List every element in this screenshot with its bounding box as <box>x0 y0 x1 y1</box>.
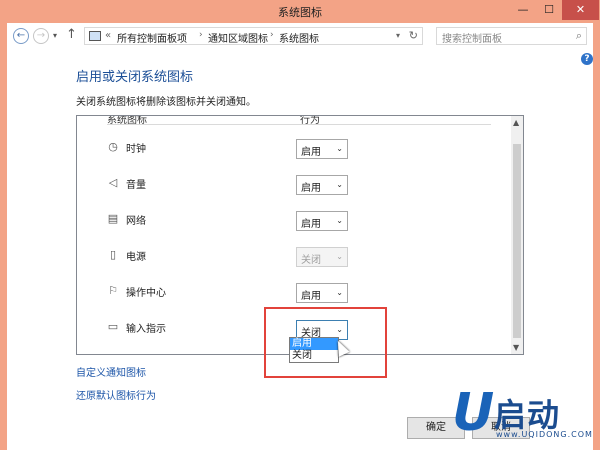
back-button[interactable]: ← <box>13 28 29 44</box>
power-icon: ▯ <box>109 248 117 261</box>
row-label-network: 网络 <box>126 216 146 227</box>
help-icon[interactable]: ? <box>581 53 593 65</box>
forward-button[interactable]: → <box>33 28 49 44</box>
row-label-volume: 音量 <box>126 180 146 191</box>
address-bar[interactable]: « 所有控制面板项 › 通知区域图标 › 系统图标 ▾ ↻ <box>84 27 423 45</box>
scroll-down-icon[interactable]: ▼ <box>513 343 519 352</box>
behavior-select-clock[interactable]: 启用 ⌄ <box>296 139 348 159</box>
up-button[interactable]: ↑ <box>66 27 77 42</box>
annotation-highlight-box <box>264 307 387 378</box>
row-label-action-center: 操作中心 <box>126 288 166 299</box>
vertical-scrollbar[interactable]: ▲ ▼ <box>511 116 523 354</box>
network-icon: ▤ <box>107 212 119 225</box>
select-value: 关闭 <box>301 255 321 266</box>
keyboard-icon: ▭ <box>107 320 119 333</box>
breadcrumb-all-items[interactable]: 所有控制面板项 <box>117 30 187 45</box>
behavior-select-action-center[interactable]: 启用 ⌄ <box>296 283 348 303</box>
select-value: 启用 <box>301 147 321 158</box>
watermark-logo: U 启动 www.UQIDONG.COM <box>452 385 600 450</box>
watermark-url: www.UQIDONG.COM <box>496 430 593 439</box>
volume-icon: ◁ <box>108 176 118 189</box>
behavior-select-volume[interactable]: 启用 ⌄ <box>296 175 348 195</box>
row-label-input-indicator: 输入指示 <box>126 324 166 335</box>
maximize-button[interactable]: ☐ <box>536 0 562 20</box>
breadcrumb-notification-icons[interactable]: 通知区域图标 <box>208 30 268 45</box>
breadcrumb-separator-icon[interactable]: › <box>270 30 274 40</box>
address-dropdown-icon[interactable]: ▾ <box>396 31 400 40</box>
clock-icon: ◷ <box>108 140 118 153</box>
window: 系统图标 — ☐ ✕ ← → ▾ ↑ « 所有控制面板项 › 通知区域图标 › … <box>0 0 600 450</box>
chevron-down-icon: ⌄ <box>336 144 343 153</box>
select-value: 启用 <box>301 183 321 194</box>
chevron-down-icon: ⌄ <box>336 216 343 225</box>
title-bar: 系统图标 — ☐ ✕ <box>0 0 600 23</box>
scroll-thumb[interactable] <box>513 144 521 338</box>
recent-locations-icon[interactable]: ▾ <box>53 31 57 40</box>
search-box[interactable]: 搜索控制面板 ⌕ <box>436 27 587 45</box>
chevron-down-icon: ⌄ <box>336 288 343 297</box>
address-chevron-icon[interactable]: « <box>105 30 111 41</box>
flag-icon: ⚐ <box>108 284 118 297</box>
restore-default-behaviors-link[interactable]: 还原默认图标行为 <box>76 387 156 402</box>
behavior-select-power: 关闭 ⌄ <box>296 247 348 267</box>
row-label-clock: 时钟 <box>126 144 146 155</box>
control-panel-icon <box>89 31 101 41</box>
refresh-icon[interactable]: ↻ <box>409 29 418 42</box>
row-label-power: 电源 <box>126 252 146 263</box>
behavior-select-network[interactable]: 启用 ⌄ <box>296 211 348 231</box>
header-divider <box>107 124 491 125</box>
close-button[interactable]: ✕ <box>562 0 599 20</box>
customize-notification-icons-link[interactable]: 自定义通知图标 <box>76 364 146 379</box>
chevron-down-icon: ⌄ <box>336 252 343 261</box>
scroll-up-icon[interactable]: ▲ <box>513 118 519 127</box>
minimize-button[interactable]: — <box>510 0 536 20</box>
navigation-bar: ← → ▾ ↑ « 所有控制面板项 › 通知区域图标 › 系统图标 ▾ ↻ 搜索… <box>7 23 593 49</box>
search-icon[interactable]: ⌕ <box>576 29 582 43</box>
select-value: 启用 <box>301 219 321 230</box>
page-description: 关闭系统图标将删除该图标并关闭通知。 <box>76 97 256 108</box>
page-title: 启用或关闭系统图标 <box>76 70 194 85</box>
breadcrumb-separator-icon[interactable]: › <box>199 30 203 40</box>
search-placeholder: 搜索控制面板 <box>442 34 502 45</box>
breadcrumb-system-icons[interactable]: 系统图标 <box>279 30 319 45</box>
chevron-down-icon: ⌄ <box>336 180 343 189</box>
select-value: 启用 <box>301 291 321 302</box>
